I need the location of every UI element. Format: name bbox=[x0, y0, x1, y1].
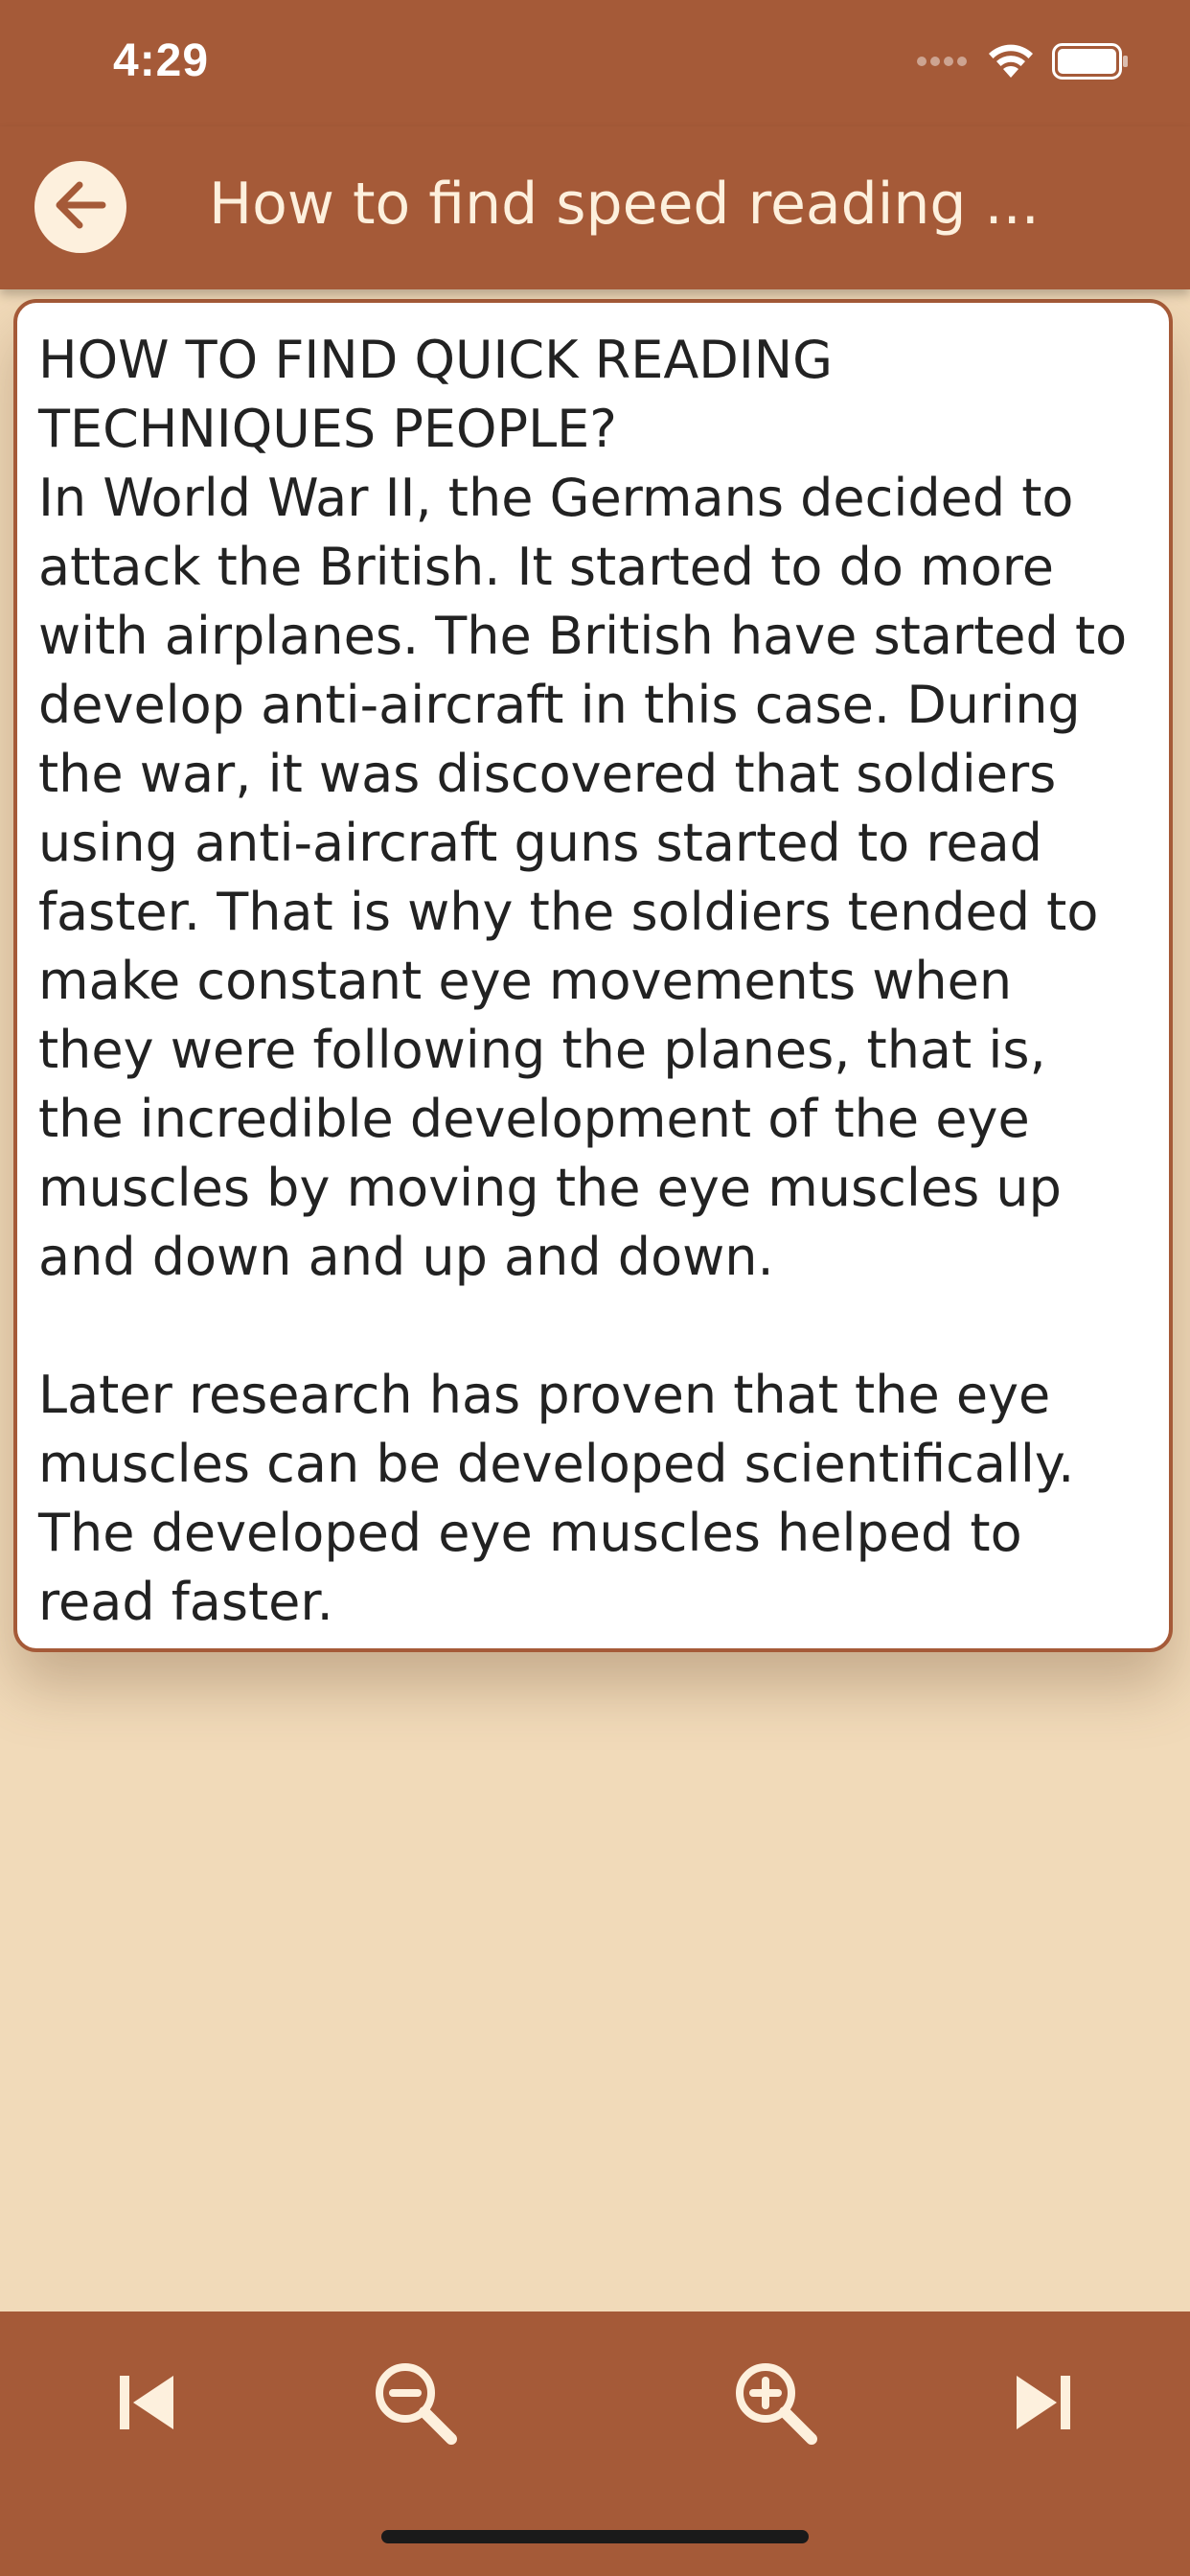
previous-page-button[interactable] bbox=[94, 2352, 199, 2457]
status-bar: 4:29 bbox=[0, 0, 1190, 126]
home-indicator[interactable] bbox=[381, 2530, 809, 2543]
signal-icon bbox=[916, 54, 970, 73]
wifi-icon bbox=[987, 43, 1035, 83]
status-time: 4:29 bbox=[113, 35, 210, 86]
app-bar: How to find speed reading ... bbox=[0, 126, 1190, 289]
page-title: How to find speed reading ... bbox=[209, 171, 1040, 238]
status-icons bbox=[916, 42, 1129, 84]
zoom-out-button[interactable] bbox=[362, 2352, 468, 2457]
back-button[interactable] bbox=[34, 161, 126, 253]
battery-icon bbox=[1052, 43, 1129, 83]
skip-next-icon bbox=[1005, 2364, 1082, 2445]
skip-previous-icon bbox=[108, 2364, 185, 2445]
zoom-in-button[interactable] bbox=[722, 2352, 828, 2457]
zoom-out-icon bbox=[367, 2355, 463, 2454]
content-card: HOW TO FIND QUICK READING TECHNIQUES PEO… bbox=[13, 299, 1173, 1652]
article-text: HOW TO FIND QUICK READING TECHNIQUES PEO… bbox=[38, 330, 1128, 1632]
zoom-in-icon bbox=[727, 2355, 823, 2454]
next-page-button[interactable] bbox=[991, 2352, 1096, 2457]
arrow-left-icon bbox=[47, 172, 114, 242]
